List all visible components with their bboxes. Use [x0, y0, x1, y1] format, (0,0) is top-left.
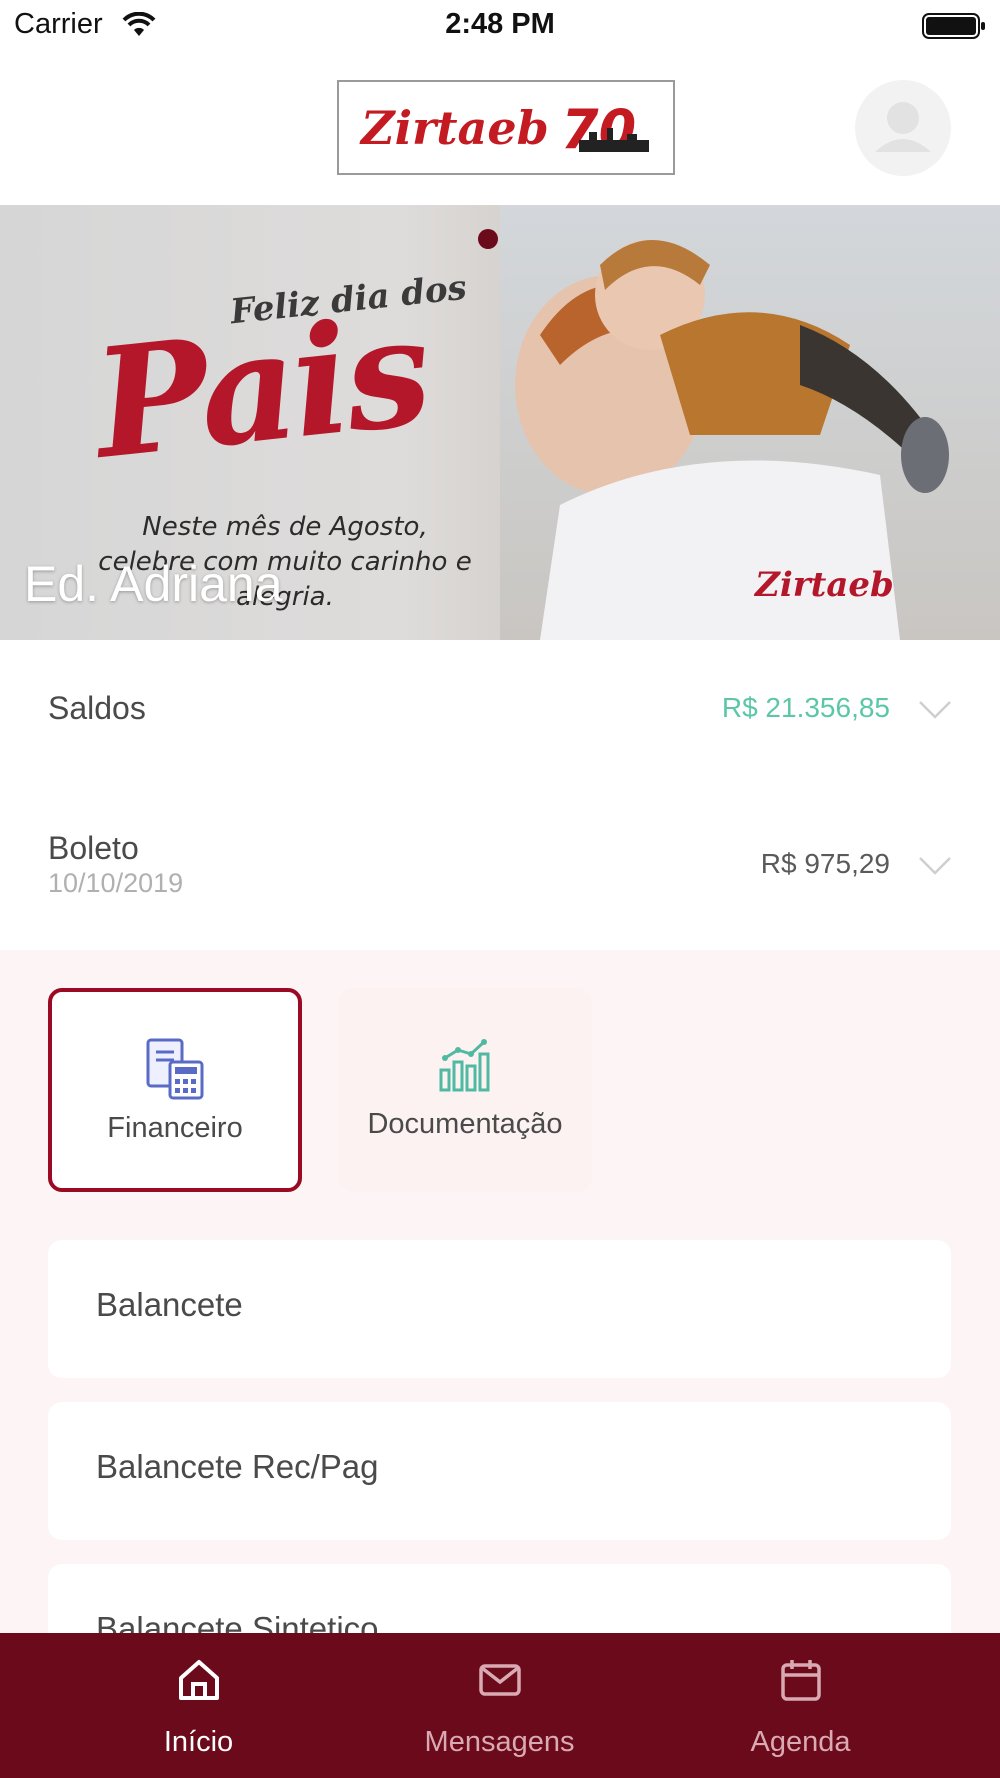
- banner-headline-large: Pais: [86, 283, 435, 493]
- home-icon: [178, 1660, 219, 1700]
- zirtaeb-logo: Zirtaeb 70: [337, 80, 675, 175]
- status-bar: Carrier 2:48 PM: [0, 0, 1000, 50]
- boleto-date: 10/10/2019: [48, 868, 184, 898]
- list-item-balancete-sintetico[interactable]: Balancete Sintetico: [48, 1564, 951, 1633]
- list-item-label: Balancete: [96, 1286, 243, 1323]
- calculator-document-icon: [146, 1038, 204, 1100]
- list-item-label: Balancete Rec/Pag: [96, 1448, 379, 1485]
- category-documentacao[interactable]: Documentação: [338, 988, 592, 1192]
- category-label: Financeiro: [107, 1112, 243, 1144]
- calendar-icon: [780, 1660, 821, 1701]
- bar-chart-icon: [439, 1039, 490, 1092]
- saldos-value: R$ 21.356,85: [721, 692, 890, 723]
- tab-label: Início: [163, 1726, 234, 1758]
- banner-brand: Zirtaeb: [755, 565, 894, 605]
- list-item-balancete[interactable]: Balancete: [48, 1240, 951, 1378]
- logo-text: Zirtaeb: [359, 101, 549, 155]
- tab-mensagens[interactable]: Mensagens: [333, 1633, 666, 1778]
- mail-icon: [478, 1664, 521, 1696]
- boleto-label: Boleto: [48, 830, 139, 866]
- user-avatar-icon: [875, 102, 931, 152]
- tab-inicio[interactable]: Início: [32, 1633, 365, 1778]
- chevron-down-icon[interactable]: [918, 856, 952, 876]
- category-label: Documentação: [367, 1108, 563, 1140]
- saldos-row[interactable]: Saldos R$ 21.356,85: [0, 640, 1000, 780]
- building-name: Ed. Adriana: [24, 556, 283, 612]
- tab-agenda[interactable]: Agenda: [634, 1633, 967, 1778]
- boleto-value: R$ 975,29: [760, 848, 890, 879]
- app-header: Zirtaeb 70: [0, 50, 1000, 205]
- boleto-row[interactable]: Boleto 10/10/2019 R$ 975,29: [0, 780, 1000, 950]
- tab-label: Agenda: [750, 1726, 851, 1758]
- carousel-page-indicator[interactable]: [478, 229, 498, 249]
- list-item-label: Balancete Sintetico: [96, 1610, 379, 1633]
- battery-icon: [922, 13, 985, 39]
- promo-banner-carousel[interactable]: Feliz dia dos Pais Neste mês de Agosto, …: [0, 205, 1000, 640]
- category-financeiro[interactable]: Financeiro: [48, 988, 302, 1192]
- chevron-down-icon[interactable]: [918, 700, 952, 720]
- status-time: 2:48 PM: [445, 8, 555, 40]
- list-item-balancete-rec-pag[interactable]: Balancete Rec/Pag: [48, 1402, 951, 1540]
- saldos-label: Saldos: [48, 690, 146, 726]
- tab-label: Mensagens: [424, 1726, 575, 1758]
- profile-avatar-button[interactable]: [855, 80, 951, 176]
- content-area: Financeiro Documentação Balancete Balanc…: [0, 950, 1000, 1633]
- bottom-tab-bar: Início Mensagens Agenda: [0, 1633, 1000, 1778]
